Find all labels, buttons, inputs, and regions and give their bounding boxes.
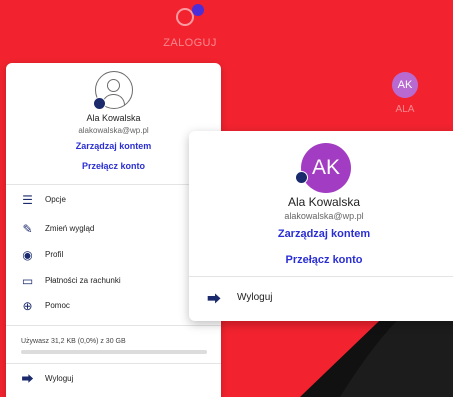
divider (6, 325, 221, 326)
badge-icon (295, 171, 308, 184)
menu-item-label: Zmień wygląd (45, 224, 95, 233)
ak-label: ALA (395, 104, 415, 115)
menu-item-label: Płatności za rachunki (45, 276, 121, 285)
divider (189, 276, 453, 277)
manage-account-link[interactable]: Zarządzaj kontem (189, 228, 453, 240)
logout-label: Wyloguj (45, 374, 74, 383)
account-name: Ala Kowalska (287, 195, 361, 209)
logout-label: Wyloguj (237, 292, 273, 303)
divider (6, 363, 221, 364)
account-card-popup: AK Ala Kowalska alakowalska@wp.pl Zarząd… (189, 131, 453, 321)
logout-icon: ⮕ (207, 291, 221, 307)
account-name: Ala Kowalska (86, 113, 141, 123)
menu-item-label: Opcje (45, 195, 66, 204)
storage-progress-bar (21, 350, 207, 354)
login-label: ZALOGUJ (163, 37, 217, 49)
brush-icon: ✎ (22, 222, 33, 236)
avatar: AK (392, 72, 418, 98)
card-icon: ▭ (21, 274, 34, 288)
sliders-icon: ☰ (22, 193, 33, 207)
logout-button[interactable]: ⮕ Wyloguj (6, 370, 221, 390)
menu-item-label: Pomoc (45, 301, 70, 310)
help-icon: ⊕ (22, 299, 33, 313)
badge-icon (192, 4, 204, 16)
menu-item-label: Profil (45, 250, 64, 259)
login-avatar-button[interactable]: ZALOGUJ (150, 0, 230, 52)
logout-icon: ⮕ (21, 372, 34, 386)
storage-usage-text: Używasz 31,2 KB (0,0%) z 30 GB (21, 338, 126, 345)
avatar: AK (301, 143, 351, 193)
profile-icon: ◉ (22, 248, 33, 262)
logout-button[interactable]: ⮕ Wyloguj (189, 285, 453, 309)
account-email: alakowalska@wp.pl (284, 211, 364, 221)
switch-account-link[interactable]: Przełącz konto (189, 254, 453, 266)
badge-icon (93, 97, 106, 110)
ak-avatar-button[interactable]: AK ALA (380, 68, 430, 118)
